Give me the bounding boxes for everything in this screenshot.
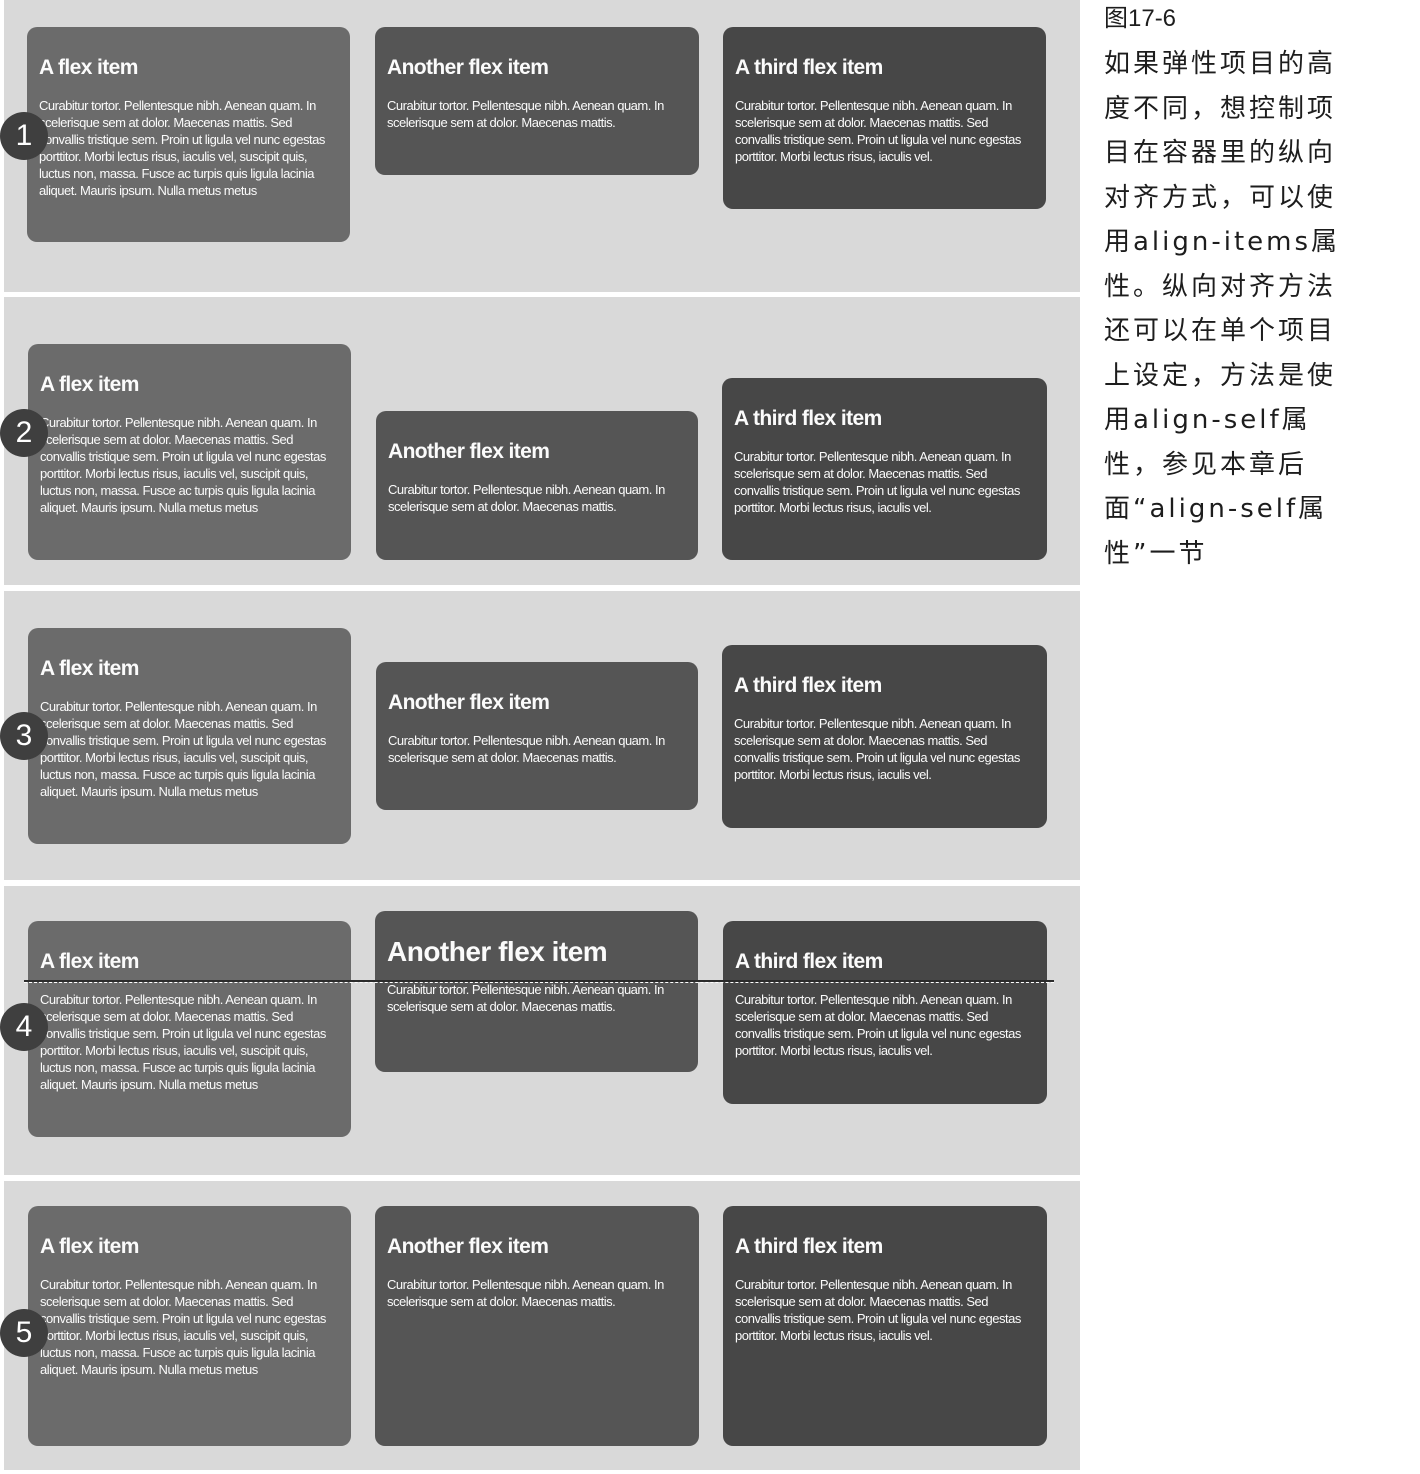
figure-label: 图17-6 (1104, 5, 1177, 32)
flex-item-1: A flex item Curabitur tortor. Pellentesq… (28, 1206, 351, 1446)
flex-item-title: Another flex item (388, 691, 550, 714)
flex-item-title: A flex item (40, 657, 139, 680)
flex-item-3: A third flex item Curabitur tortor. Pell… (723, 921, 1047, 1104)
flex-item-title: A third flex item (735, 56, 883, 79)
flex-item-2: Another flex item Curabitur tortor. Pell… (375, 1206, 699, 1446)
step-marker-5: 5 (0, 1309, 48, 1357)
flex-item-text: Curabitur tortor. Pellentesque nibh. Aen… (40, 992, 326, 1092)
flex-item-3: A third flex item Curabitur tortor. Pell… (722, 645, 1047, 828)
flex-item-3: A third flex item Curabitur tortor. Pell… (723, 1206, 1047, 1446)
step-marker-1: 1 (0, 112, 48, 160)
demo-row-baseline: A flex item Curabitur tortor. Pellentesq… (0, 886, 1080, 1175)
flex-item-title: A flex item (40, 373, 139, 396)
flex-item-1: A flex item Curabitur tortor. Pellentesq… (28, 344, 351, 560)
flex-item-text: Curabitur tortor. Pellentesque nibh. Aen… (387, 982, 664, 1014)
flex-item-text: Curabitur tortor. Pellentesque nibh. Aen… (387, 1277, 664, 1309)
demo-row-flex-end: A flex item Curabitur tortor. Pellentesq… (0, 297, 1080, 585)
demo-row-center: A flex item Curabitur tortor. Pellentesq… (0, 591, 1080, 880)
flex-item-text: Curabitur tortor. Pellentesque nibh. Aen… (734, 449, 1020, 515)
flex-item-text: Curabitur tortor. Pellentesque nibh. Aen… (388, 733, 665, 765)
flexbox-align-items-figure: A flex item Curabitur tortor. Pellentesq… (0, 0, 1080, 1474)
flex-item-text: Curabitur tortor. Pellentesque nibh. Aen… (388, 482, 665, 514)
flex-item-2: Another flex item Curabitur tortor. Pell… (375, 27, 699, 175)
flex-item-1: A flex item Curabitur tortor. Pellentesq… (28, 628, 351, 844)
flex-item-1: A flex item Curabitur tortor. Pellentesq… (27, 27, 350, 242)
flex-item-title: A third flex item (735, 1235, 883, 1258)
demo-row-stretch: A flex item Curabitur tortor. Pellentesq… (0, 1181, 1080, 1470)
figure-caption: 图17-6 如果弹性项目的高度不同，想控制项目在容器里的纵向对齐方式，可以使用a… (1104, 2, 1354, 576)
flex-item-text: Curabitur tortor. Pellentesque nibh. Aen… (735, 98, 1021, 164)
flex-item-title: Another flex item (387, 936, 608, 967)
flex-item-2: Another flex item Curabitur tortor. Pell… (376, 662, 698, 810)
flex-item-title: A third flex item (735, 950, 883, 973)
flex-item-title: A third flex item (734, 674, 882, 697)
flex-item-title: A third flex item (734, 407, 882, 430)
step-marker-3: 3 (0, 712, 48, 760)
flex-item-text: Curabitur tortor. Pellentesque nibh. Aen… (735, 1277, 1021, 1343)
demo-row-flex-start: A flex item Curabitur tortor. Pellentesq… (0, 0, 1080, 292)
flex-item-text: Curabitur tortor. Pellentesque nibh. Aen… (40, 415, 326, 515)
flex-item-title: Another flex item (388, 440, 550, 463)
flex-item-text: Curabitur tortor. Pellentesque nibh. Aen… (40, 699, 326, 799)
flex-item-1: A flex item Curabitur tortor. Pellentesq… (28, 921, 351, 1137)
flex-item-title: A flex item (40, 1235, 139, 1258)
flex-item-title: A flex item (40, 950, 139, 973)
step-marker-4: 4 (0, 1003, 48, 1051)
flex-item-2: Another flex item Curabitur tortor. Pell… (376, 411, 698, 560)
flex-item-2: Another flex item Curabitur tortor. Pell… (375, 911, 698, 1072)
flex-item-3: A third flex item Curabitur tortor. Pell… (723, 27, 1046, 209)
flex-item-title: Another flex item (387, 56, 549, 79)
flex-item-3: A third flex item Curabitur tortor. Pell… (722, 378, 1047, 560)
step-marker-2: 2 (0, 409, 48, 457)
flex-item-text: Curabitur tortor. Pellentesque nibh. Aen… (387, 98, 664, 130)
flex-item-title: Another flex item (387, 1235, 549, 1258)
caption-text: 如果弹性项目的高度不同，想控制项目在容器里的纵向对齐方式，可以使用align-i… (1104, 49, 1341, 569)
flex-item-text: Curabitur tortor. Pellentesque nibh. Aen… (40, 1277, 326, 1377)
flex-item-text: Curabitur tortor. Pellentesque nibh. Aen… (39, 98, 325, 198)
baseline-guide-line (24, 980, 1054, 983)
flex-item-title: A flex item (39, 56, 138, 79)
flex-item-text: Curabitur tortor. Pellentesque nibh. Aen… (734, 716, 1020, 782)
flex-item-text: Curabitur tortor. Pellentesque nibh. Aen… (735, 992, 1021, 1058)
